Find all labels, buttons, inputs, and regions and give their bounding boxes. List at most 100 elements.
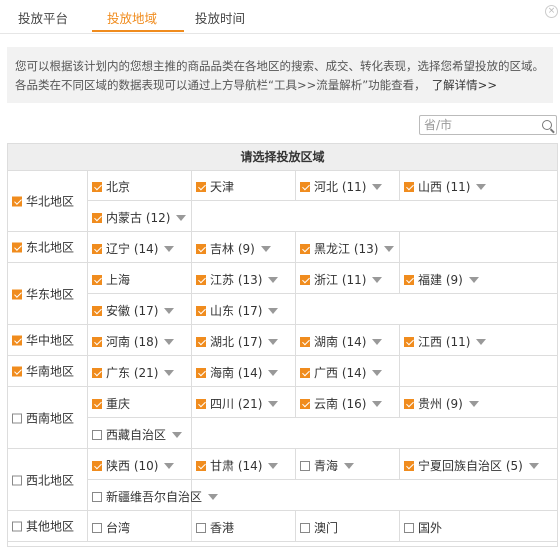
checkbox[interactable] bbox=[300, 368, 310, 378]
province-checkbox[interactable]: 北京 bbox=[92, 178, 130, 195]
checkbox[interactable] bbox=[404, 523, 414, 533]
checkbox[interactable] bbox=[300, 337, 310, 347]
province-checkbox[interactable]: 河南 (18) bbox=[92, 333, 175, 350]
chevron-down-icon[interactable] bbox=[164, 308, 175, 314]
chevron-down-icon[interactable] bbox=[372, 370, 383, 376]
close-icon[interactable]: × bbox=[545, 5, 558, 18]
province-checkbox[interactable]: 广东 (21) bbox=[92, 364, 175, 381]
checkbox[interactable] bbox=[196, 523, 206, 533]
chevron-down-icon[interactable] bbox=[372, 277, 383, 283]
checkbox[interactable] bbox=[92, 182, 102, 192]
province-checkbox[interactable]: 西藏自治区 bbox=[92, 426, 183, 443]
province-checkbox[interactable]: 甘肃 (14) bbox=[196, 457, 279, 474]
province-checkbox[interactable]: 台湾 bbox=[92, 519, 130, 536]
checkbox[interactable] bbox=[300, 244, 310, 254]
province-checkbox[interactable]: 辽宁 (14) bbox=[92, 240, 175, 257]
province-checkbox[interactable]: 青海 bbox=[300, 457, 355, 474]
region-checkbox[interactable]: 华南地区 bbox=[12, 363, 74, 380]
province-checkbox[interactable]: 澳门 bbox=[300, 519, 338, 536]
province-checkbox[interactable]: 广西 (14) bbox=[300, 364, 383, 381]
province-checkbox[interactable]: 浙江 (11) bbox=[300, 271, 383, 288]
tab-time[interactable]: 投放时间 bbox=[195, 8, 245, 27]
chevron-down-icon[interactable] bbox=[260, 246, 271, 252]
chevron-down-icon[interactable] bbox=[384, 246, 395, 252]
checkbox[interactable] bbox=[92, 213, 102, 223]
checkbox[interactable] bbox=[404, 182, 414, 192]
chevron-down-icon[interactable] bbox=[344, 463, 355, 469]
checkbox[interactable] bbox=[12, 413, 22, 423]
chevron-down-icon[interactable] bbox=[468, 401, 479, 407]
checkbox[interactable] bbox=[300, 461, 310, 471]
checkbox[interactable] bbox=[300, 182, 310, 192]
checkbox[interactable] bbox=[404, 461, 414, 471]
checkbox[interactable] bbox=[92, 306, 102, 316]
checkbox[interactable] bbox=[196, 182, 206, 192]
province-checkbox[interactable]: 天津 bbox=[196, 178, 234, 195]
checkbox[interactable] bbox=[196, 306, 206, 316]
checkbox[interactable] bbox=[92, 244, 102, 254]
checkbox[interactable] bbox=[404, 275, 414, 285]
tab-region[interactable]: 投放地域 bbox=[107, 8, 157, 27]
province-checkbox[interactable]: 山西 (11) bbox=[404, 178, 487, 195]
checkbox[interactable] bbox=[12, 196, 22, 206]
province-checkbox[interactable]: 江西 (11) bbox=[404, 333, 487, 350]
checkbox[interactable] bbox=[12, 521, 22, 532]
checkbox[interactable] bbox=[92, 275, 102, 285]
checkbox[interactable] bbox=[92, 523, 102, 533]
chevron-down-icon[interactable] bbox=[176, 215, 187, 221]
chevron-down-icon[interactable] bbox=[476, 184, 487, 190]
tab-platform[interactable]: 投放平台 bbox=[18, 8, 68, 27]
checkbox[interactable] bbox=[92, 430, 102, 440]
region-checkbox[interactable]: 华东地区 bbox=[12, 285, 74, 302]
checkbox[interactable] bbox=[196, 244, 206, 254]
chevron-down-icon[interactable] bbox=[468, 277, 479, 283]
chevron-down-icon[interactable] bbox=[164, 246, 175, 252]
checkbox[interactable] bbox=[196, 337, 206, 347]
chevron-down-icon[interactable] bbox=[164, 370, 175, 376]
checkbox[interactable] bbox=[300, 399, 310, 409]
region-checkbox[interactable]: 华中地区 bbox=[12, 332, 74, 349]
province-checkbox[interactable]: 四川 (21) bbox=[196, 395, 279, 412]
checkbox[interactable] bbox=[92, 368, 102, 378]
checkbox[interactable] bbox=[404, 337, 414, 347]
chevron-down-icon[interactable] bbox=[268, 308, 279, 314]
province-checkbox[interactable]: 重庆 bbox=[92, 395, 130, 412]
chevron-down-icon[interactable] bbox=[268, 277, 279, 283]
province-checkbox[interactable]: 陕西 (10) bbox=[92, 457, 175, 474]
checkbox[interactable] bbox=[12, 366, 22, 377]
province-checkbox[interactable]: 香港 bbox=[196, 519, 234, 536]
chevron-down-icon[interactable] bbox=[268, 463, 279, 469]
checkbox[interactable] bbox=[196, 461, 206, 471]
region-checkbox[interactable]: 东北地区 bbox=[12, 239, 74, 256]
province-checkbox[interactable]: 海南 (14) bbox=[196, 364, 279, 381]
checkbox[interactable] bbox=[300, 275, 310, 285]
checkbox[interactable] bbox=[92, 337, 102, 347]
chevron-down-icon[interactable] bbox=[372, 339, 383, 345]
checkbox[interactable] bbox=[12, 289, 22, 299]
province-checkbox[interactable]: 湖北 (17) bbox=[196, 333, 279, 350]
checkbox[interactable] bbox=[92, 492, 102, 502]
province-checkbox[interactable]: 内蒙古 (12) bbox=[92, 209, 187, 226]
province-checkbox[interactable]: 安徽 (17) bbox=[92, 302, 175, 319]
chevron-down-icon[interactable] bbox=[476, 339, 487, 345]
chevron-down-icon[interactable] bbox=[372, 184, 383, 190]
checkbox[interactable] bbox=[12, 242, 22, 253]
learn-more-link[interactable]: 了解详情>> bbox=[432, 78, 497, 92]
checkbox[interactable] bbox=[196, 275, 206, 285]
checkbox[interactable] bbox=[404, 399, 414, 409]
province-checkbox[interactable]: 吉林 (9) bbox=[196, 240, 271, 257]
search-icon[interactable] bbox=[542, 120, 552, 130]
region-checkbox[interactable]: 华北地区 bbox=[12, 192, 74, 209]
province-checkbox[interactable]: 上海 bbox=[92, 271, 130, 288]
checkbox[interactable] bbox=[300, 523, 310, 533]
province-checkbox[interactable]: 江苏 (13) bbox=[196, 271, 279, 288]
region-checkbox[interactable]: 西南地区 bbox=[12, 409, 74, 426]
region-checkbox[interactable]: 其他地区 bbox=[12, 518, 74, 535]
province-checkbox[interactable]: 山东 (17) bbox=[196, 302, 279, 319]
province-checkbox[interactable]: 宁夏回族自治区 (5) bbox=[404, 457, 539, 474]
chevron-down-icon[interactable] bbox=[164, 339, 175, 345]
province-checkbox[interactable]: 云南 (16) bbox=[300, 395, 383, 412]
chevron-down-icon[interactable] bbox=[372, 401, 383, 407]
checkbox[interactable] bbox=[12, 335, 22, 346]
chevron-down-icon[interactable] bbox=[164, 463, 175, 469]
